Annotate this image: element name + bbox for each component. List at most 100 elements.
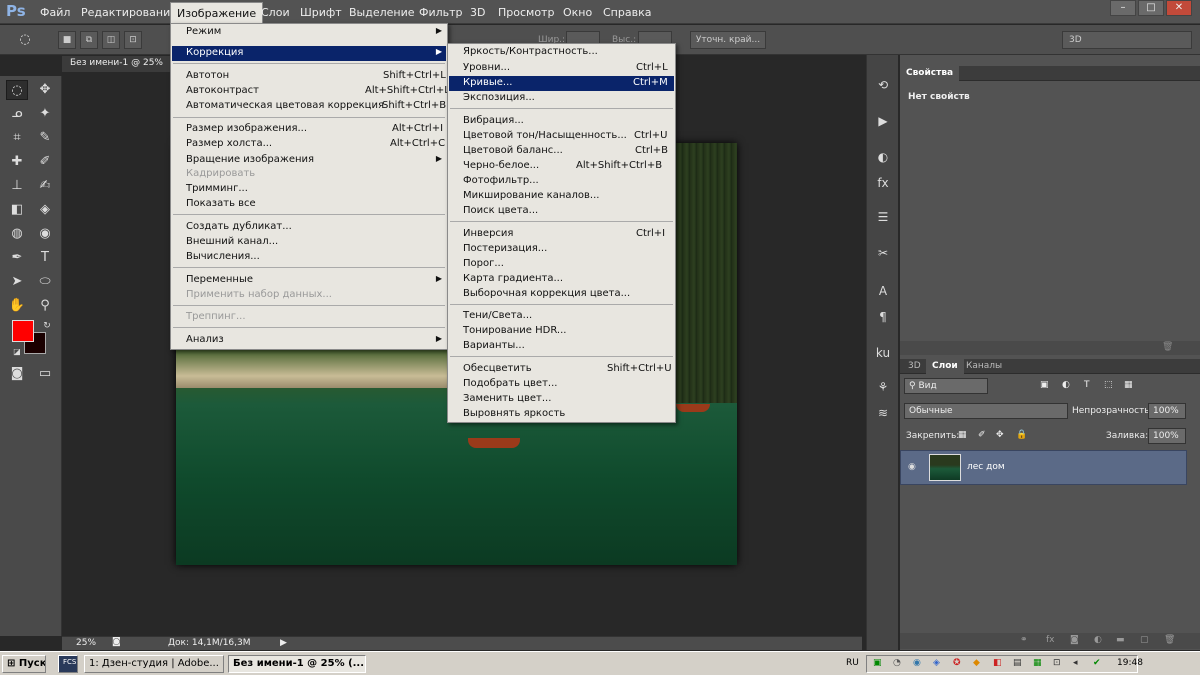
menu-item-variables[interactable]: Переменные ▶ (172, 273, 446, 288)
paragraph-icon[interactable]: ¶ (873, 307, 893, 327)
menu-item-canvas-size[interactable]: Размер холста... Alt+Ctrl+C (172, 137, 446, 152)
refine-edge-button[interactable]: Уточн. край... (690, 31, 766, 49)
status-arrow-icon[interactable]: ▶ (280, 638, 287, 648)
tab-layers[interactable]: Слои (926, 359, 964, 374)
menu-item-posterize[interactable]: Постеризация... (449, 242, 674, 257)
new-layer-icon[interactable]: ▢ (1140, 635, 1149, 645)
menu-item-analysis[interactable]: Анализ ▶ (172, 333, 446, 348)
tray-volume-icon[interactable]: ◂ (1073, 658, 1078, 668)
taskbar-task-photoshop[interactable]: Без имени-1 @ 25% (... (228, 655, 366, 673)
brush-tool-icon[interactable]: ✐ (34, 152, 56, 172)
lock-position-icon[interactable]: ✥ (996, 430, 1004, 440)
menu-item-trim[interactable]: Тримминг... (172, 182, 446, 197)
menu-item-shadows-highlights[interactable]: Тени/Света... (449, 309, 674, 324)
zoom-level[interactable]: 25% (76, 638, 96, 648)
menu-view[interactable]: Просмотр (498, 6, 554, 19)
menu-item-auto-tone[interactable]: Автотон Shift+Ctrl+L (172, 69, 446, 84)
tab-properties[interactable]: Свойства (900, 66, 960, 81)
new-selection-icon[interactable]: ■ (58, 31, 76, 49)
maximize-button[interactable]: □ (1138, 0, 1164, 16)
menu-layers[interactable]: Слои (261, 6, 290, 19)
menu-item-color-lookup[interactable]: Поиск цвета... (449, 204, 674, 219)
status-info-icon[interactable]: ◙ (112, 637, 121, 647)
menu-item-channel-mixer[interactable]: Микширование каналов... (449, 189, 674, 204)
menu-item-equalize[interactable]: Выровнять яркость (449, 407, 674, 422)
healing-brush-icon[interactable]: ✚ (6, 152, 28, 172)
menu-window[interactable]: Окно (563, 6, 592, 19)
kuler-icon[interactable]: ku (873, 343, 893, 363)
fill-field[interactable]: 100% (1148, 428, 1186, 444)
marquee-tool-icon[interactable]: ◌ (6, 80, 28, 100)
crop-tool-icon[interactable]: ⌗ (6, 128, 28, 148)
ellipse-tool-icon[interactable]: ⬭ (34, 272, 56, 292)
character-icon[interactable]: A (873, 281, 893, 301)
clock[interactable]: 19:48 (1117, 658, 1143, 668)
filter-shape-icon[interactable]: ⬚ (1104, 380, 1113, 390)
menu-3d[interactable]: 3D (470, 6, 485, 19)
screen-mode-icon[interactable]: ▭ (34, 364, 56, 384)
menu-item-exposure[interactable]: Экспозиция... (449, 91, 674, 106)
tray-app-icon[interactable]: ▦ (1033, 658, 1042, 668)
menu-item-brightness-contrast[interactable]: Яркость/Контрастность... (449, 45, 674, 60)
menu-item-auto-contrast[interactable]: Автоконтраст Alt+Shift+Ctrl+L (172, 84, 450, 99)
minimize-button[interactable]: – (1110, 0, 1136, 16)
actions-play-icon[interactable]: ▶ (873, 111, 893, 131)
lock-all-icon[interactable]: 🔒 (1016, 430, 1027, 440)
visibility-eye-icon[interactable]: ◉ (908, 462, 916, 472)
layer-mask-icon[interactable]: ◙ (1070, 635, 1079, 645)
blend-mode-select[interactable]: Обычные (904, 403, 1068, 419)
menu-item-reveal-all[interactable]: Показать все (172, 197, 446, 212)
close-button[interactable]: ✕ (1166, 0, 1192, 16)
workspace-select[interactable]: 3D (1062, 31, 1192, 49)
sponge-tool-icon[interactable]: ◉ (34, 224, 56, 244)
menu-item-threshold[interactable]: Порог... (449, 257, 674, 272)
menu-item-vibrance[interactable]: Вибрация... (449, 114, 674, 129)
menu-item-black-white[interactable]: Черно-белое... Alt+Shift+Ctrl+B (449, 159, 674, 174)
menu-item-curves[interactable]: Кривые... Ctrl+M (449, 76, 674, 91)
menu-select[interactable]: Выделение (349, 6, 415, 19)
menu-item-auto-color[interactable]: Автоматическая цветовая коррекция Shift+C… (172, 99, 446, 114)
add-selection-icon[interactable]: ⧉ (80, 31, 98, 49)
marquee-preset-icon[interactable]: ◌ (14, 30, 36, 50)
adjustment-layer-icon[interactable]: ◐ (1094, 635, 1102, 645)
menu-item-desaturate[interactable]: Обесцветить Shift+Ctrl+U (449, 362, 674, 377)
tray-app-icon[interactable]: ◧ (993, 658, 1002, 668)
filter-pixel-icon[interactable]: ▣ (1040, 380, 1049, 390)
menu-item-replace-color[interactable]: Заменить цвет... (449, 392, 674, 407)
filter-adjust-icon[interactable]: ◐ (1062, 380, 1070, 390)
menu-item-match-color[interactable]: Подобрать цвет... (449, 377, 674, 392)
language-indicator[interactable]: RU (846, 658, 859, 668)
delete-layer-icon[interactable]: 🗑 (1164, 635, 1175, 645)
brushes-icon[interactable]: ⚘ (873, 377, 893, 397)
tray-app-icon[interactable]: ◔ (893, 658, 901, 668)
magic-wand-icon[interactable]: ✦ (34, 104, 56, 124)
tab-3d[interactable]: 3D (902, 359, 927, 374)
opacity-field[interactable]: 100% (1148, 403, 1186, 419)
lock-transparency-icon[interactable]: ▦ (958, 430, 967, 440)
path-select-icon[interactable]: ➤ (6, 272, 28, 292)
tab-channels[interactable]: Каналы (960, 359, 1008, 374)
hand-tool-icon[interactable]: ✋ (6, 296, 28, 316)
zoom-tool-icon[interactable]: ⚲ (34, 296, 56, 316)
quick-mask-icon[interactable]: ◙ (6, 364, 28, 384)
paint-bucket-icon[interactable]: ◈ (34, 200, 56, 220)
tray-app-icon[interactable]: ◆ (973, 658, 980, 668)
start-button[interactable]: ⊞ Пуск (2, 655, 46, 673)
lock-pixels-icon[interactable]: ✐ (978, 430, 986, 440)
menu-filter[interactable]: Фильтр (419, 6, 463, 19)
menu-item-color-balance[interactable]: Цветовой баланс... Ctrl+B (449, 144, 674, 159)
tray-app-icon[interactable]: ◈ (933, 658, 940, 668)
pen-tool-icon[interactable]: ✒ (6, 248, 28, 268)
clone-stamp-icon[interactable]: ⊥ (6, 176, 28, 196)
foreground-color-swatch[interactable] (12, 320, 34, 342)
layer-comps-icon[interactable]: ☰ (873, 207, 893, 227)
menu-item-apply-image[interactable]: Внешний канал... (172, 235, 446, 250)
tools-presets-icon[interactable]: ✂ (873, 243, 893, 263)
menu-item-photo-filter[interactable]: Фотофильтр... (449, 174, 674, 189)
menu-item-variations[interactable]: Варианты... (449, 339, 674, 354)
tray-antivirus-icon[interactable]: ✪ (953, 658, 961, 668)
styles-icon[interactable]: fx (873, 173, 893, 193)
filter-type-icon[interactable]: T (1084, 380, 1090, 390)
menu-item-hue-saturation[interactable]: Цветовой тон/Насыщенность... Ctrl+U (449, 129, 674, 144)
taskbar-task-browser[interactable]: 1: Дзен-студия | Adobe... (84, 655, 224, 673)
